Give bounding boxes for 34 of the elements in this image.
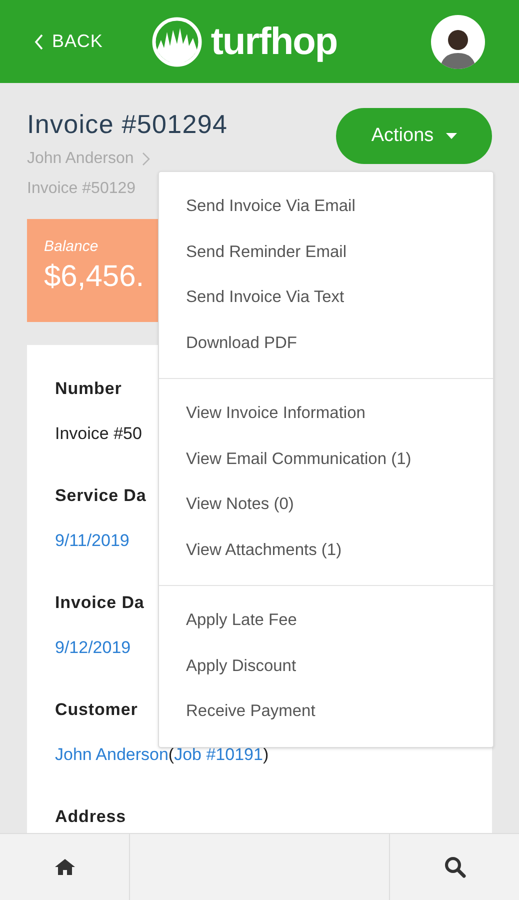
- field-label: Number: [55, 379, 122, 399]
- field-value: John Anderson(Job #10191): [55, 745, 269, 765]
- field-label: Service Da: [55, 486, 146, 506]
- menu-item[interactable]: View Attachments (1): [159, 528, 493, 573]
- field-label: Customer: [55, 700, 138, 720]
- avatar[interactable]: [431, 14, 485, 68]
- menu-item[interactable]: View Invoice Information: [159, 391, 493, 436]
- menu-item[interactable]: Send Invoice Via Email: [159, 184, 493, 230]
- logo-text: turfhop: [210, 22, 338, 60]
- field-label: Invoice Da: [55, 593, 144, 613]
- menu-item[interactable]: Send Invoice Via Text: [159, 275, 493, 320]
- menu-item[interactable]: Send Reminder Email: [159, 230, 493, 275]
- field-label: Address: [55, 807, 126, 827]
- balance-label: Balance: [44, 239, 98, 254]
- chevron-left-icon: [34, 32, 44, 50]
- menu-item[interactable]: Apply Late Fee: [159, 598, 493, 644]
- field-link[interactable]: 9/11/2019: [55, 531, 130, 550]
- field-value: Invoice #50: [55, 424, 142, 443]
- home-icon: [54, 859, 74, 875]
- menu-item[interactable]: View Notes (0): [159, 482, 493, 528]
- menu-item[interactable]: Apply Discount: [159, 644, 493, 689]
- caret-down-icon: [446, 133, 457, 139]
- menu-item[interactable]: View Email Communication (1): [159, 436, 493, 482]
- menu-item[interactable]: Download PDF: [159, 320, 493, 366]
- field-link[interactable]: Job #10191: [174, 745, 263, 764]
- invoice-title: Invoice #501294: [27, 109, 228, 139]
- grass-logo-icon: [150, 16, 203, 68]
- field-link[interactable]: 9/12/2019: [55, 638, 131, 657]
- balance-amount: $6,456.: [44, 262, 146, 292]
- search-icon: [444, 856, 466, 878]
- chevron-right-icon: [142, 152, 150, 166]
- field-link[interactable]: John Anderson: [55, 745, 168, 764]
- menu-item[interactable]: Receive Payment: [159, 689, 493, 734]
- breadcrumb-current: Invoice #50129: [27, 179, 137, 199]
